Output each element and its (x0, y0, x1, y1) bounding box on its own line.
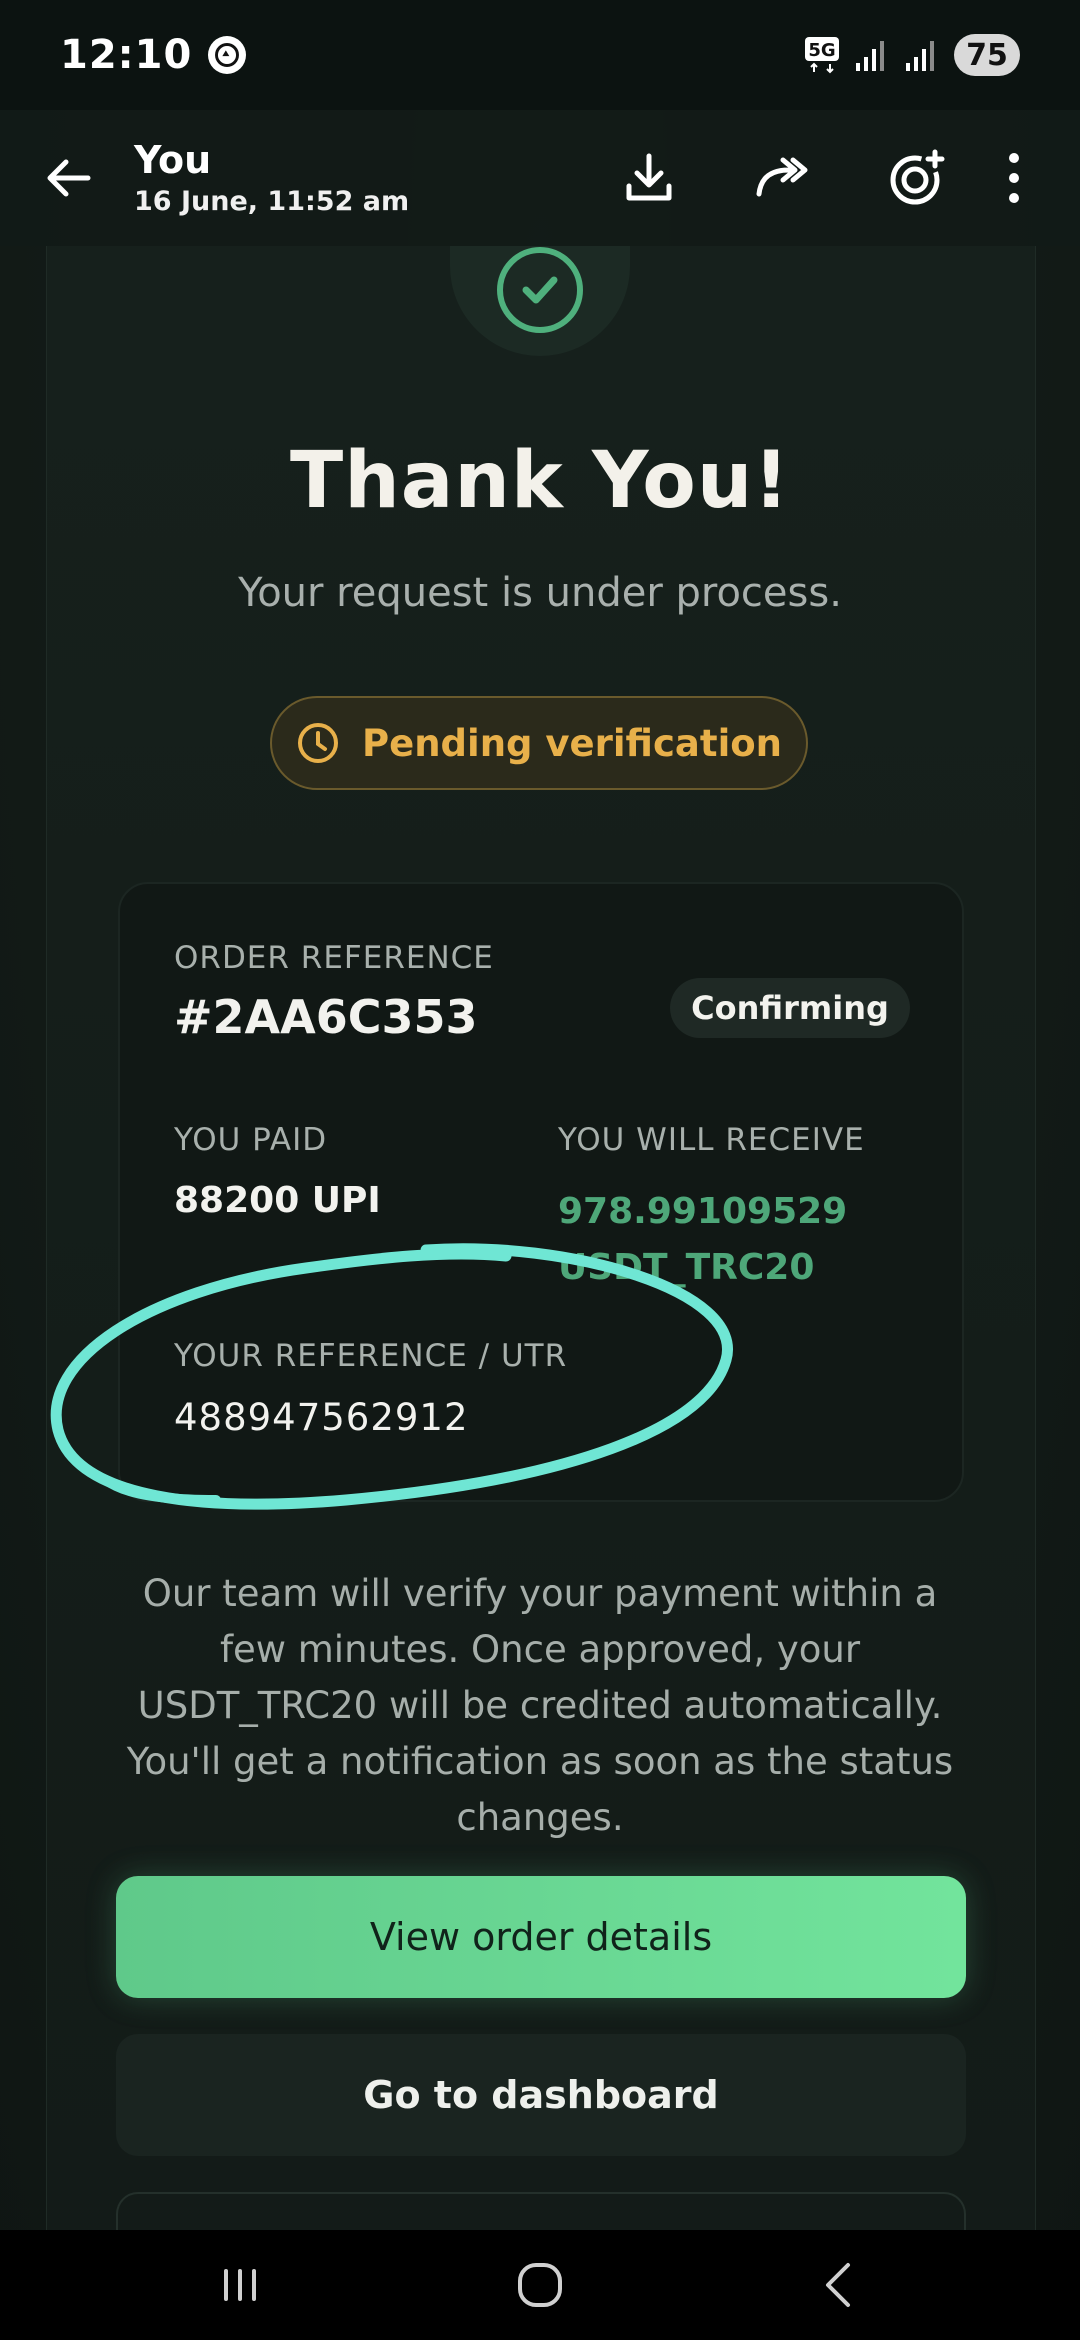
system-navigation-bar (0, 2230, 1080, 2340)
utr-value: 488947562912 (174, 1396, 469, 1439)
home-icon (518, 2263, 562, 2307)
order-status-badge: Confirming (670, 978, 910, 1038)
more-options-button[interactable] (984, 133, 1044, 223)
add-status-button[interactable] (850, 133, 984, 223)
utr-label: YOUR REFERENCE / UTR (174, 1338, 568, 1374)
chevron-left-icon (826, 2263, 850, 2307)
sender-info: You 16 June, 11:52 am (134, 136, 409, 220)
back-nav-button[interactable] (780, 2245, 900, 2325)
arrow-left-icon (47, 159, 91, 197)
5g-network-icon: 5G (805, 37, 839, 74)
order-reference-value: #2AA6C353 (174, 990, 478, 1044)
battery-level: 75 (954, 34, 1020, 76)
go-to-dashboard-button[interactable]: Go to dashboard (116, 2034, 966, 2156)
signal-strength-icon-1 (856, 41, 884, 71)
forward-button[interactable] (716, 133, 850, 223)
media-viewer-toolbar: You 16 June, 11:52 am (0, 110, 1080, 246)
page-title: Thank You! (290, 436, 790, 526)
you-receive-value: 978.99109529 USDT_TRC20 (558, 1191, 848, 1288)
recents-icon (224, 2269, 256, 2301)
status-right: 5G 75 (804, 34, 1020, 76)
app-notification-icon (208, 36, 247, 74)
sent-timestamp: 16 June, 11:52 am (134, 186, 410, 217)
sender-name: You (134, 138, 212, 182)
you-paid-label: YOU PAID (174, 1122, 328, 1158)
screen: 12:10 5G 75 Thank You! Your request is u… (0, 0, 1080, 2340)
forward-icon (756, 157, 808, 197)
viewer-actions (582, 133, 1044, 223)
pending-status-badge: Pending verification (270, 696, 808, 790)
success-check-icon (497, 247, 583, 333)
status-time: 12:10 (60, 32, 193, 78)
order-summary: ORDER REFERENCE #2AA6C353 Confirming YOU… (118, 882, 964, 1502)
signal-strength-icon-2 (906, 41, 934, 71)
back-button[interactable] (36, 146, 100, 210)
verification-info: Our team will verify your payment within… (126, 1572, 954, 1839)
download-button[interactable] (582, 133, 716, 223)
status-bar: 12:10 5G 75 (0, 0, 1080, 110)
home-button[interactable] (480, 2245, 600, 2325)
recents-button[interactable] (180, 2245, 300, 2325)
pending-status-label: Pending verification (361, 721, 783, 765)
more-vertical-icon (1009, 153, 1019, 203)
status-add-icon (890, 149, 945, 205)
download-icon (626, 153, 672, 201)
order-reference-label: ORDER REFERENCE (174, 940, 494, 976)
network-type-label: 5G (808, 40, 835, 61)
page-subtitle: Your request is under process. (238, 570, 842, 616)
you-receive-label: YOU WILL RECEIVE (558, 1122, 865, 1158)
you-paid-value: 88200 UPI (174, 1180, 381, 1221)
view-order-details-button[interactable]: View order details (116, 1876, 966, 1998)
clock-icon (297, 723, 338, 763)
